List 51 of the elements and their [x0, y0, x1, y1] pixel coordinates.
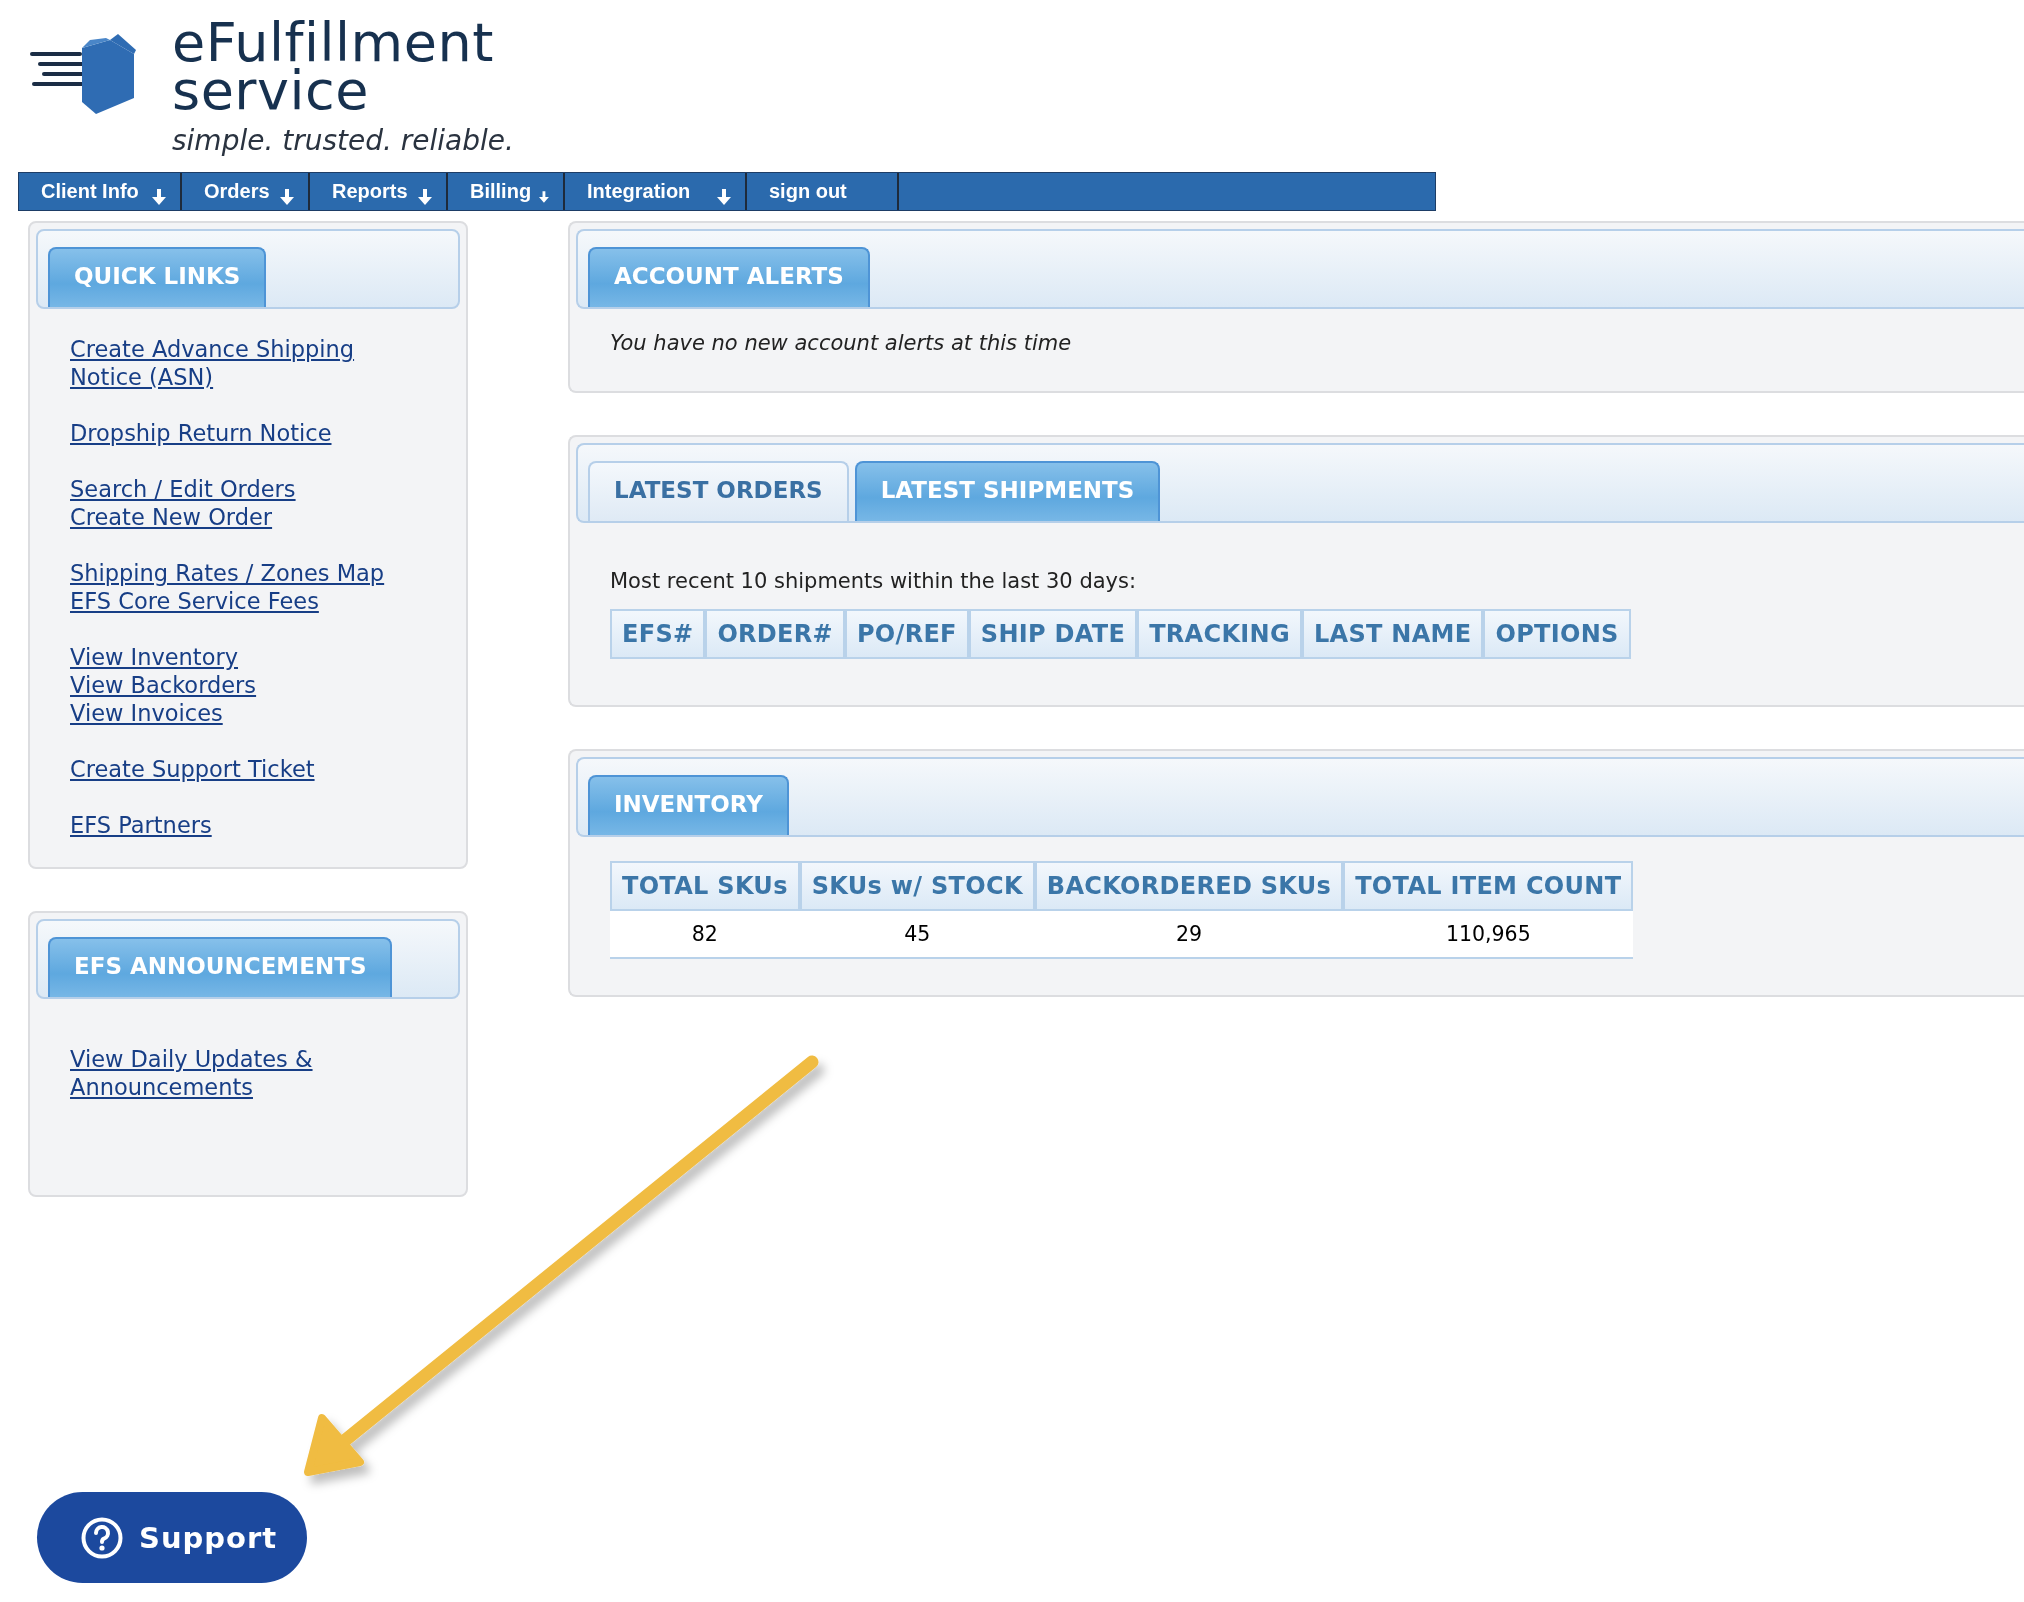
nav-menu-item[interactable]: Billing — [448, 173, 565, 210]
nav-menu-item[interactable]: Client Info — [19, 173, 182, 210]
column-header: SHIP DATE — [968, 609, 1138, 659]
alert-message: You have no new account alerts at this time — [610, 330, 1073, 355]
panel-title: QUICK LINKS — [48, 247, 267, 307]
quick-link[interactable]: Search / Edit Orders — [70, 475, 296, 503]
column-header: EFS# — [610, 609, 706, 659]
quick-link[interactable]: View Invoices — [70, 699, 223, 727]
nav-menu-item[interactable]: Integration — [565, 173, 747, 210]
nav-menu-item[interactable]: Reports — [310, 173, 448, 210]
table-cell: 110,965 — [1343, 911, 1634, 959]
quick-link[interactable]: View Backorders — [70, 671, 257, 699]
table-cell: 82 — [610, 911, 800, 959]
help-icon — [81, 1516, 123, 1559]
quick-link[interactable]: View Inventory — [70, 643, 238, 671]
down-arrow-icon — [280, 188, 294, 205]
quick-link[interactable]: Create Advance Shipping Notice (ASN) — [70, 335, 420, 391]
logo-icon — [30, 34, 136, 116]
tagline: simple. trusted. reliable. — [172, 124, 514, 158]
column-header: TOTAL ITEM COUNT — [1343, 861, 1634, 911]
quick-link[interactable]: EFS Partners — [70, 811, 212, 839]
down-arrow-icon — [539, 188, 549, 205]
panel-title: INVENTORY — [588, 775, 789, 835]
nav-menu-item[interactable]: Orders — [182, 173, 310, 210]
logo-wordmark: service — [172, 68, 369, 114]
nav-menu-item[interactable]: sign out — [747, 173, 899, 210]
caption: Most recent 10 shipments within the last 30 days: — [610, 568, 1138, 595]
column-header: LAST NAME — [1301, 609, 1484, 659]
quick-link[interactable]: Create New Order — [70, 503, 273, 531]
quick-link[interactable]: Dropship Return Notice — [70, 419, 332, 447]
column-header: SKUs w/ STOCK — [799, 861, 1035, 911]
column-header: TOTAL SKUs — [610, 861, 800, 911]
column-header: TRACKING — [1137, 609, 1302, 659]
table-cell: 45 — [799, 911, 1035, 959]
quick-link[interactable]: Shipping Rates / Zones Map — [70, 559, 385, 587]
down-arrow-icon — [152, 188, 166, 205]
quick-link[interactable]: EFS Core Service Fees — [70, 587, 319, 615]
column-header: BACKORDERED SKUs — [1034, 861, 1344, 911]
column-header: OPTIONS — [1483, 609, 1631, 659]
tab[interactable]: LATEST ORDERS — [588, 461, 849, 521]
down-arrow-icon — [717, 188, 731, 205]
logo-wordmark: eFulfillment — [172, 20, 494, 66]
down-arrow-icon — [418, 188, 432, 205]
column-header: PO/REF — [845, 609, 969, 659]
panel-title: EFS ANNOUNCEMENTS — [48, 937, 393, 997]
quick-link[interactable]: View Daily Updates & Announcements — [70, 1045, 420, 1101]
column-header: ORDER# — [705, 609, 845, 659]
quick-link[interactable]: Create Support Ticket — [70, 755, 315, 783]
table-cell: 29 — [1034, 911, 1344, 959]
panel-title: ACCOUNT ALERTS — [588, 247, 870, 307]
support-button[interactable]: Support — [37, 1492, 307, 1583]
